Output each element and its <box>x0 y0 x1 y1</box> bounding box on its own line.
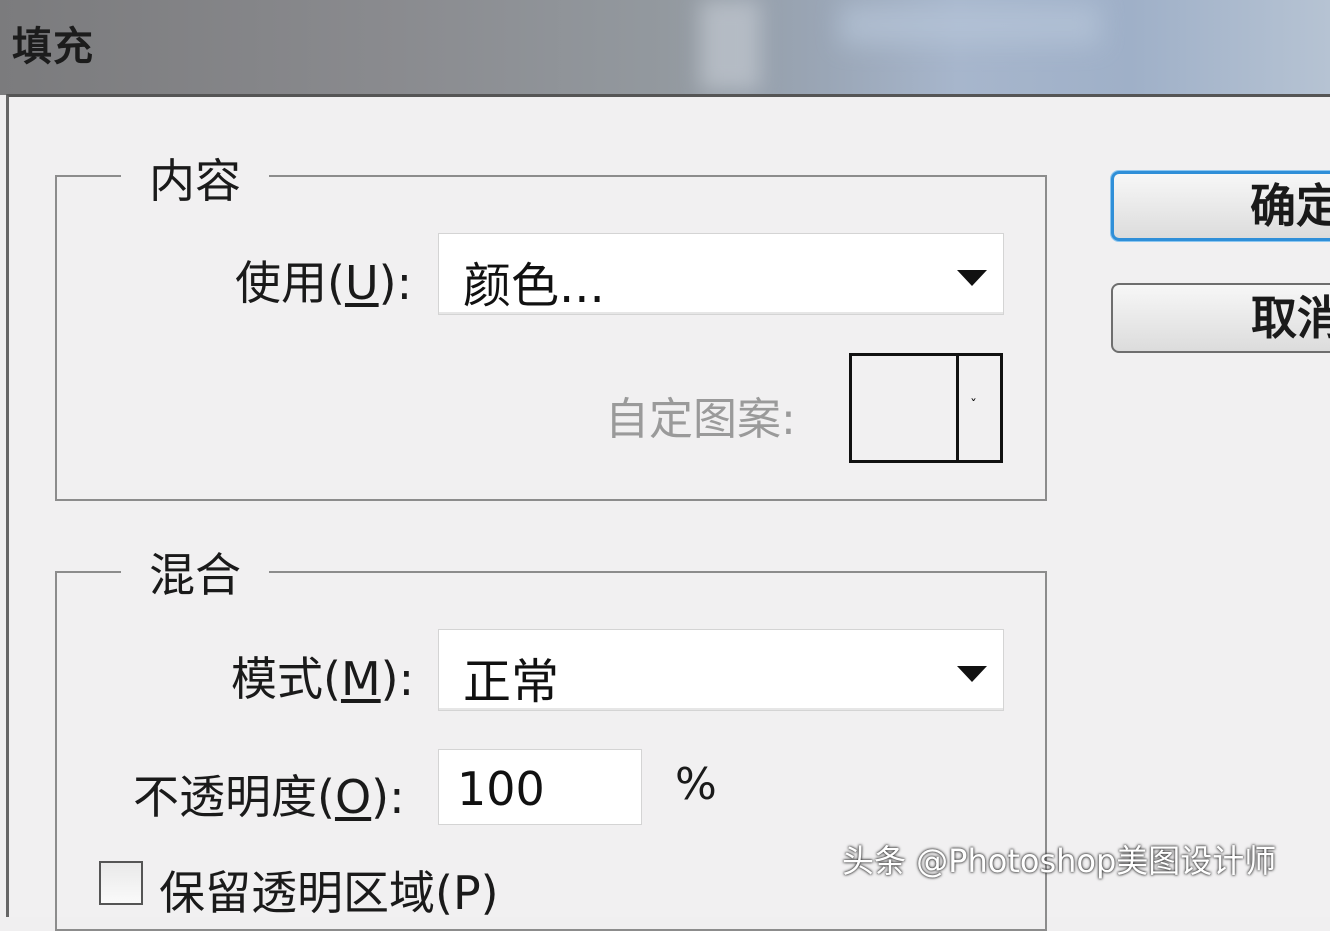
background-blur <box>840 5 1100 45</box>
use-dropdown-value: 颜色... <box>463 258 605 314</box>
use-dropdown[interactable]: 颜色... <box>438 233 1004 315</box>
dropdown-arrow-icon <box>957 270 987 286</box>
opacity-input[interactable]: 100 <box>438 749 642 825</box>
mode-dropdown-value: 正常 <box>463 654 560 710</box>
window-title: 填充 <box>12 24 94 70</box>
cancel-button[interactable]: 取消 <box>1111 283 1330 353</box>
pattern-dropdown-icon[interactable]: ˇ <box>970 398 977 414</box>
mode-label: 模式(M): <box>231 652 415 706</box>
opacity-label: 不透明度(O): <box>133 770 405 824</box>
custom-pattern-label: 自定图案: <box>605 394 796 445</box>
opacity-unit: % <box>675 759 717 810</box>
preserve-transparency-label[interactable]: 保留透明区域(P) <box>159 857 499 923</box>
title-bar: 填充 <box>0 0 1330 95</box>
blend-group-legend: 混合 <box>121 539 269 605</box>
preserve-transparency-checkbox[interactable] <box>99 861 143 905</box>
ok-button[interactable]: 确定 <box>1111 171 1330 241</box>
pattern-divider <box>956 356 959 460</box>
mode-dropdown[interactable]: 正常 <box>438 629 1004 711</box>
use-label: 使用(U): <box>235 256 413 310</box>
watermark: 头条 @Photoshop美图设计师 <box>842 842 1277 880</box>
custom-pattern-picker[interactable]: ˇ <box>849 353 1003 463</box>
content-group-legend: 内容 <box>121 145 269 211</box>
dropdown-arrow-icon <box>957 666 987 682</box>
opacity-value: 100 <box>457 762 545 816</box>
background-blur <box>700 0 760 90</box>
fill-dialog: 内容 使用(U): 颜色... 自定图案: ˇ 混合 模式(M): 正常 不透明… <box>6 94 1330 931</box>
